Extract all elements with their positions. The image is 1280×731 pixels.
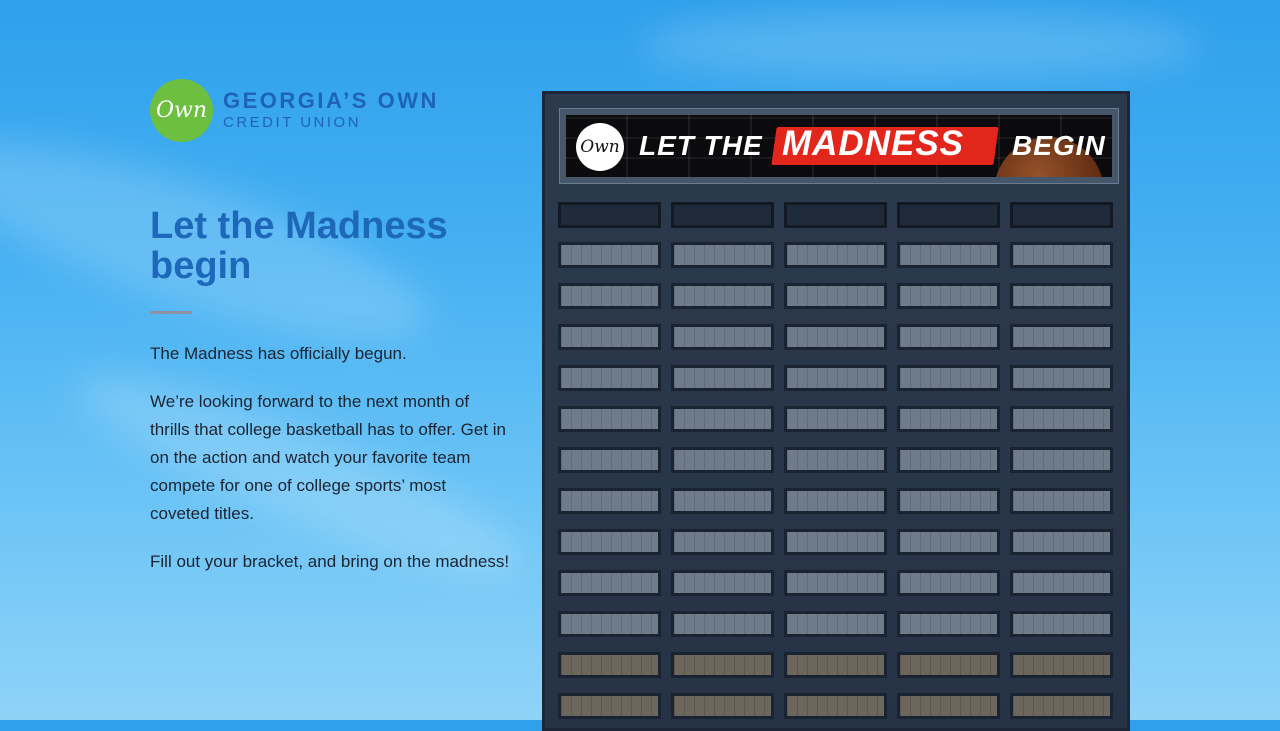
window-row <box>558 365 1123 391</box>
window-row <box>558 242 1123 268</box>
building-window <box>671 570 774 596</box>
window-row <box>558 652 1123 678</box>
billboard-frame: Own LET THE MADNESS BEGIN <box>559 108 1119 184</box>
building-window <box>784 611 887 637</box>
building-window <box>1010 611 1113 637</box>
building-window <box>558 652 661 678</box>
window-row <box>558 406 1123 432</box>
building-window <box>897 529 1000 555</box>
building-window <box>558 324 661 350</box>
building-window <box>897 693 1000 719</box>
building-window <box>784 693 887 719</box>
building-window <box>897 652 1000 678</box>
body-copy: The Madness has officially begun. We’re … <box>150 340 510 596</box>
building-window <box>1010 365 1113 391</box>
building-window <box>1010 406 1113 432</box>
own-badge-text: Own <box>580 137 620 157</box>
window-row <box>558 570 1123 596</box>
building-window <box>897 570 1000 596</box>
building-window <box>1010 447 1113 473</box>
window-row <box>558 529 1123 555</box>
window-row <box>558 488 1123 514</box>
page-title: Let the Madness begin <box>150 205 448 287</box>
billboard-text-after: BEGIN <box>1012 130 1106 161</box>
building-window <box>671 693 774 719</box>
building-window <box>558 365 661 391</box>
building-window <box>558 406 661 432</box>
own-logo-mark: Own <box>150 79 213 142</box>
building-window <box>897 447 1000 473</box>
building-window <box>558 693 661 719</box>
building-window <box>671 365 774 391</box>
building-window <box>897 324 1000 350</box>
building-window <box>784 488 887 514</box>
building-window <box>558 202 661 228</box>
paragraph-3: Fill out your bracket, and bring on the … <box>150 552 510 571</box>
paragraph-2: We’re looking forward to the next month … <box>150 392 506 523</box>
logo-wordmark: GEORGIA’S OWN CREDIT UNION <box>223 89 439 132</box>
logo-line-1: GEORGIA’S OWN <box>223 88 439 113</box>
building-window <box>897 611 1000 637</box>
window-row <box>558 693 1123 719</box>
building-window <box>558 529 661 555</box>
building-window <box>784 283 887 309</box>
building-window <box>897 283 1000 309</box>
sky-cloud <box>640 10 1200 80</box>
building-window <box>671 652 774 678</box>
building-window <box>784 242 887 268</box>
building-window <box>558 488 661 514</box>
building-window <box>558 611 661 637</box>
building-window <box>784 202 887 228</box>
building-window <box>897 365 1000 391</box>
building-window <box>784 406 887 432</box>
building-window <box>784 365 887 391</box>
building-window <box>558 570 661 596</box>
building-window <box>1010 529 1113 555</box>
building-window <box>671 283 774 309</box>
building-window <box>1010 652 1113 678</box>
building-window <box>671 324 774 350</box>
building-window <box>671 611 774 637</box>
window-row <box>558 283 1123 309</box>
logo-mark-text: Own <box>155 98 208 123</box>
building-window <box>558 283 661 309</box>
building-window <box>558 447 661 473</box>
building-window <box>671 529 774 555</box>
building-window <box>671 406 774 432</box>
building-window <box>1010 693 1113 719</box>
building-window <box>897 488 1000 514</box>
own-badge-icon: Own <box>576 123 624 171</box>
building-window <box>1010 570 1113 596</box>
window-row <box>558 447 1123 473</box>
building-window <box>1010 202 1113 228</box>
building-window <box>897 406 1000 432</box>
paragraph-1: The Madness has officially begun. <box>150 344 407 363</box>
building-window <box>1010 242 1113 268</box>
building-window <box>671 242 774 268</box>
window-row <box>558 202 1123 228</box>
building-window <box>1010 283 1113 309</box>
billboard-text-highlight: MADNESS <box>782 124 965 163</box>
building-illustration: Own LET THE MADNESS BEGIN <box>542 91 1130 731</box>
building-window <box>784 324 887 350</box>
building-window <box>671 202 774 228</box>
building-window <box>784 529 887 555</box>
logo-line-2: CREDIT UNION <box>223 114 362 131</box>
building-window <box>784 652 887 678</box>
building-window <box>1010 324 1113 350</box>
billboard-text-before: LET THE <box>639 130 763 161</box>
title-divider <box>150 311 192 314</box>
building-window <box>784 447 887 473</box>
building-window <box>671 488 774 514</box>
building-window <box>897 202 1000 228</box>
building-window <box>897 242 1000 268</box>
window-row <box>558 324 1123 350</box>
building-window <box>784 570 887 596</box>
building-window <box>1010 488 1113 514</box>
georgias-own-logo[interactable]: Own GEORGIA’S OWN CREDIT UNION <box>150 79 439 142</box>
building-window <box>671 447 774 473</box>
billboard-screen: Own LET THE MADNESS BEGIN <box>566 115 1112 177</box>
window-row <box>558 611 1123 637</box>
building-window <box>558 242 661 268</box>
